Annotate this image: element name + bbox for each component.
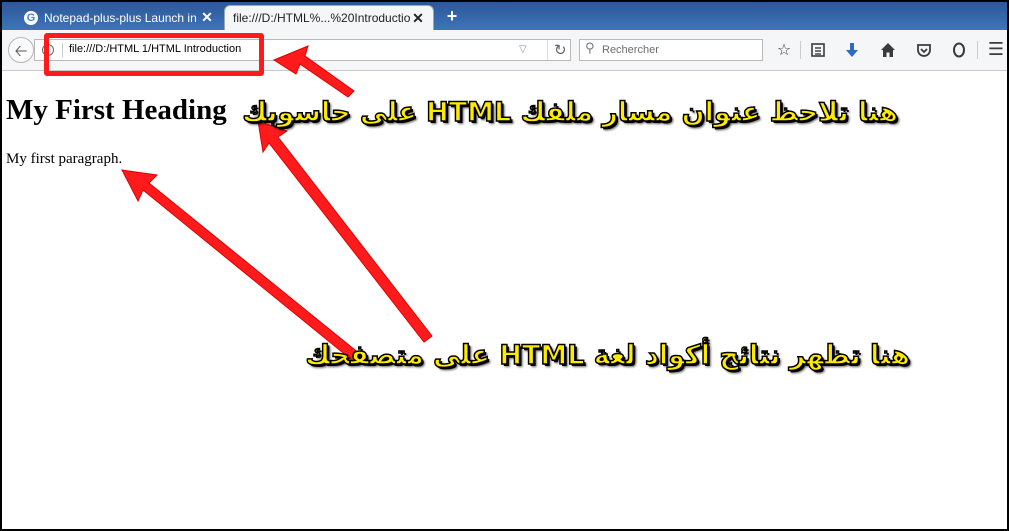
annotation-url-caption: هنا تلاحظ عنوان مسار ملفك HTML على حاسوب… bbox=[241, 96, 898, 129]
arrow-to-heading-icon bbox=[257, 120, 433, 343]
annotation-output-caption: هنا تظهر نتائج أكواد لغة HTML على متصفحك bbox=[305, 339, 911, 372]
arrow-to-url-icon bbox=[272, 45, 355, 98]
browser-window: G Notepad-plus-plus Launch in f... ✕ fil… bbox=[0, 0, 1009, 531]
annotation-arrows bbox=[121, 45, 433, 362]
